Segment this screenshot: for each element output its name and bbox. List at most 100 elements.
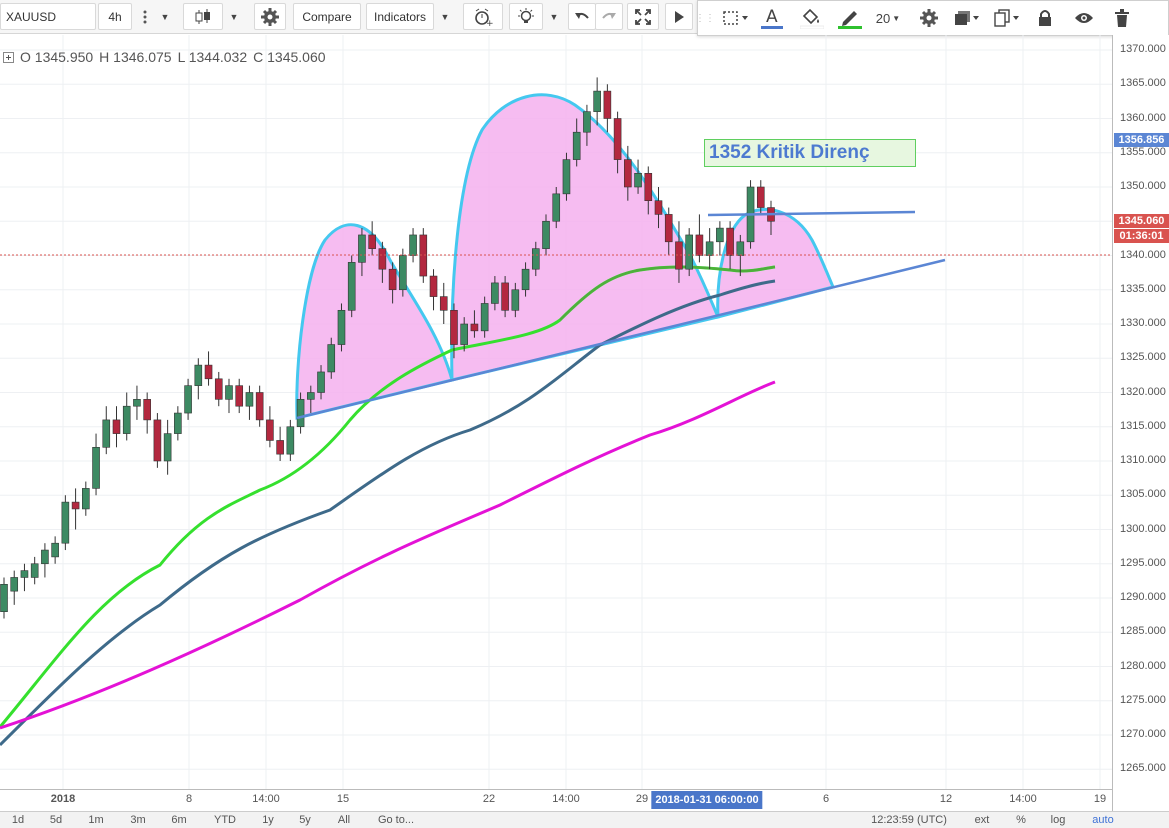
ohlc-close: C 1345.060: [253, 49, 326, 65]
line-color-button[interactable]: [836, 5, 864, 31]
interval-button[interactable]: 4h: [98, 3, 132, 30]
last-price-label: 1345.060: [1114, 213, 1169, 228]
visual-order-button[interactable]: [950, 5, 984, 31]
resistance-annotation[interactable]: 1352 Kritik Direnç: [704, 139, 916, 167]
price-chart[interactable]: [0, 35, 1112, 811]
candle-body: [624, 159, 632, 188]
delete-button[interactable]: [1110, 5, 1134, 31]
candle-body: [429, 275, 438, 297]
line-width-button[interactable]: 20 ▼: [873, 5, 903, 31]
price-tick: 1305.000: [1120, 488, 1166, 501]
price-tick: 1300.000: [1120, 522, 1166, 535]
chart-style-button[interactable]: [183, 3, 223, 30]
range-ytd[interactable]: YTD: [210, 813, 240, 827]
candle-body: [439, 296, 448, 311]
chevron-down-icon[interactable]: ▼: [154, 3, 176, 30]
price-tick: 1295.000: [1120, 556, 1166, 569]
chevron-down-icon[interactable]: ▼: [434, 3, 456, 30]
indicators-button[interactable]: Indicators: [366, 3, 434, 30]
candle-body: [644, 173, 653, 202]
percent-toggle[interactable]: %: [1012, 813, 1030, 827]
gear-icon: [920, 9, 938, 27]
price-axis[interactable]: 1370.000 1365.000 1360.000 1355.000 1350.000…: [1112, 35, 1169, 811]
candle-body: [30, 563, 39, 578]
compare-button[interactable]: Compare: [293, 3, 361, 30]
ohlc-high: H 1346.075: [99, 49, 172, 65]
layers-icon: [955, 11, 979, 25]
expand-plus-icon[interactable]: [3, 51, 14, 63]
clone-button[interactable]: [990, 5, 1024, 31]
candle-body: [92, 446, 100, 489]
resistance-price-label: 1356.856: [1114, 133, 1169, 148]
selection-box-icon: [723, 11, 748, 25]
gear-icon: [261, 7, 279, 26]
range-1y[interactable]: 1y: [256, 813, 280, 827]
alert-button[interactable]: +: [463, 3, 503, 30]
replay-button[interactable]: [665, 3, 693, 30]
candle-body: [521, 268, 530, 291]
settings-button[interactable]: [254, 3, 286, 30]
bar-countdown-label: 01:36:01: [1114, 228, 1169, 243]
candle-body: [194, 364, 203, 386]
interval-menu-icon[interactable]: [135, 3, 155, 30]
head-shape: [450, 93, 721, 382]
candle-body: [266, 419, 274, 441]
theme-button[interactable]: [509, 3, 543, 30]
candle-body: [102, 419, 111, 448]
goto-button[interactable]: Go to...: [370, 813, 422, 827]
drag-handle-icon[interactable]: ⋮⋮: [695, 5, 715, 31]
candle-body: [61, 501, 70, 544]
symbol-search[interactable]: XAUUSD: [0, 3, 96, 30]
candle-body: [695, 234, 704, 256]
chevron-down-icon[interactable]: ▼: [543, 3, 565, 30]
candle-body: [736, 241, 745, 256]
candle-body: [368, 234, 376, 249]
candle-body: [296, 399, 305, 428]
candle-body: [654, 200, 663, 215]
candle-body: [460, 323, 469, 345]
candle-body: [133, 399, 141, 407]
time-tick: 12: [939, 793, 953, 805]
range-3m[interactable]: 3m: [126, 813, 150, 827]
range-5y[interactable]: 5y: [293, 813, 317, 827]
candle-body: [583, 111, 591, 133]
annotation-text: 1352 Kritik Direnç: [709, 142, 870, 163]
fill-color-button[interactable]: [798, 5, 826, 31]
redo-button[interactable]: [595, 3, 623, 30]
candle-body: [306, 392, 315, 400]
copy-icon: [994, 9, 1019, 27]
range-1d[interactable]: 1d: [6, 813, 30, 827]
fullscreen-button[interactable]: [627, 3, 659, 30]
chevron-down-icon[interactable]: ▼: [223, 3, 245, 30]
candle-body: [358, 234, 366, 263]
price-tick: 1270.000: [1120, 728, 1166, 740]
clock-label[interactable]: 12:23:59 (UTC): [864, 813, 954, 827]
text-color-button[interactable]: A: [758, 5, 786, 31]
candle-body: [214, 378, 223, 400]
drawing-settings-button[interactable]: [916, 5, 942, 31]
range-all[interactable]: All: [332, 813, 356, 827]
range-5d[interactable]: 5d: [44, 813, 68, 827]
candle-body: [593, 90, 601, 112]
candle-body: [726, 227, 734, 256]
log-toggle[interactable]: log: [1046, 813, 1070, 827]
drawing-toolbar: ⋮⋮ A 20 ▼: [695, 0, 1169, 36]
lock-button[interactable]: [1034, 5, 1056, 31]
auto-toggle[interactable]: auto: [1086, 813, 1120, 827]
range-6m[interactable]: 6m: [167, 813, 191, 827]
time-axis[interactable]: 19 14:00 12 6 29 14:00 22 15 14:00 8 2018 2018-01-…: [0, 789, 1112, 811]
candle-body: [501, 282, 509, 311]
hide-button[interactable]: [1072, 5, 1096, 31]
ext-toggle[interactable]: ext: [970, 813, 994, 827]
undo-button[interactable]: [568, 3, 596, 30]
chart-pane[interactable]: [0, 35, 1112, 811]
candle-body: [634, 173, 642, 188]
price-tick: 1335.000: [1120, 282, 1166, 295]
range-1m[interactable]: 1m: [84, 813, 108, 827]
svg-text:A: A: [766, 7, 778, 27]
candle-body: [10, 577, 19, 592]
candle-body: [450, 309, 458, 345]
selection-tool-button[interactable]: [716, 5, 756, 31]
line-width-label: 20: [875, 10, 891, 26]
candle-body: [664, 214, 673, 243]
